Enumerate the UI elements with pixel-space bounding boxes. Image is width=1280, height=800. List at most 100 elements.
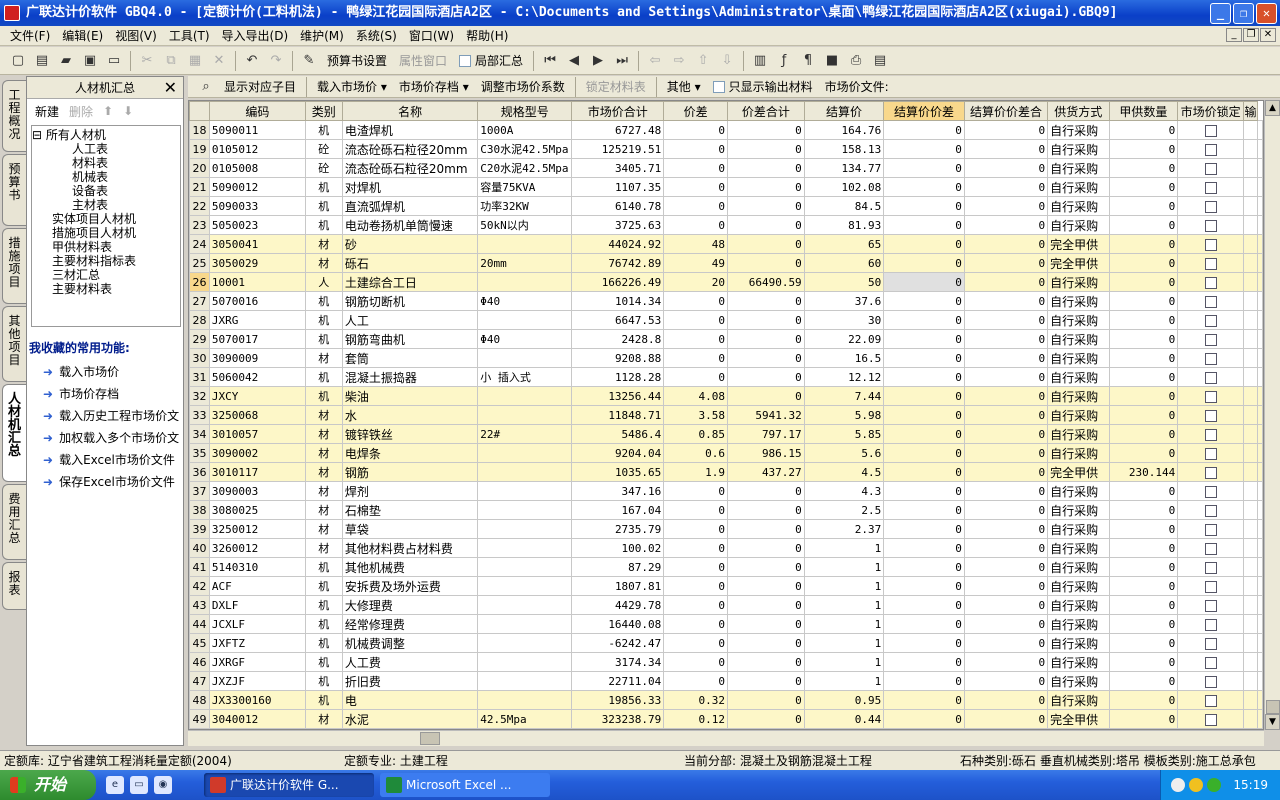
cell-owner-qty[interactable]: 0 bbox=[1108, 367, 1179, 387]
cell-diff-total[interactable]: 0 bbox=[727, 614, 805, 634]
cell-category[interactable]: 砼 bbox=[304, 158, 343, 178]
cell-market-total[interactable]: 44024.92 bbox=[571, 234, 665, 254]
fav-load-history[interactable]: ➜ 载入历史工程市场价文 bbox=[27, 405, 183, 427]
cell-price-lock[interactable] bbox=[1177, 253, 1244, 273]
col-diff-total[interactable]: 价差合计 bbox=[727, 101, 805, 121]
table-row[interactable]: 36 3010117 材钢筋 1035.65 1.9 437.27 4.5 0 0 完全甲供 230… bbox=[189, 462, 1263, 482]
delete-icon[interactable]: ✕ bbox=[209, 51, 229, 71]
cell-owner-qty[interactable]: 0 bbox=[1108, 139, 1179, 159]
cell-category[interactable]: 材 bbox=[304, 253, 343, 273]
close-button[interactable]: ✕ bbox=[1256, 3, 1277, 24]
cell-settle-price[interactable]: 1 bbox=[803, 614, 885, 634]
new-project-icon[interactable]: ▤ bbox=[32, 51, 52, 71]
redo-icon[interactable]: ↷ bbox=[266, 51, 286, 71]
cell-category[interactable]: 机 bbox=[304, 557, 343, 577]
cell-category[interactable]: 机 bbox=[304, 215, 343, 235]
mdi-restore-icon[interactable]: ❐ bbox=[1243, 28, 1259, 42]
cell-owner-qty[interactable]: 0 bbox=[1108, 120, 1179, 140]
table-row[interactable]: 47 JXZJF 机折旧费 22711.04 0 0 1 0 0 自行采购 0 bbox=[189, 671, 1263, 691]
tab-measures[interactable]: 措施项目 bbox=[2, 228, 26, 304]
cell-price-diff[interactable]: 0 bbox=[663, 329, 729, 349]
menu-help[interactable]: 帮助(H) bbox=[460, 26, 514, 46]
cell-settle-price[interactable]: 1 bbox=[803, 633, 885, 653]
cell-category[interactable]: 材 bbox=[304, 443, 343, 463]
cell-price-diff[interactable]: 0.85 bbox=[663, 424, 729, 444]
cell-price-lock[interactable] bbox=[1177, 424, 1244, 444]
cell-code[interactable]: DXLF bbox=[208, 595, 306, 615]
cell-settle-price[interactable]: 1 bbox=[803, 538, 885, 558]
cell-category[interactable]: 机 bbox=[304, 310, 343, 330]
table-row[interactable]: 38 3080025 材石棉垫 167.04 0 0 2.5 0 0 自行采购 0 bbox=[189, 500, 1263, 520]
formula-icon[interactable]: ƒ bbox=[774, 51, 794, 71]
tab-labor-material-summary[interactable]: 人材机汇总 bbox=[2, 384, 26, 482]
cell-settle-diff-total[interactable]: 0 bbox=[963, 139, 1049, 159]
save-market-price-dropdown[interactable]: 市场价存档 ▾ bbox=[393, 77, 475, 97]
cell-settle-diff-total[interactable]: 0 bbox=[963, 652, 1049, 672]
cell-code[interactable]: 0105008 bbox=[208, 158, 306, 178]
cell-price-lock[interactable] bbox=[1177, 614, 1244, 634]
cell-market-total[interactable]: 13256.44 bbox=[571, 386, 665, 406]
cell-price-diff[interactable]: 0 bbox=[663, 652, 729, 672]
cell-owner-qty[interactable]: 0 bbox=[1108, 671, 1179, 691]
table-row[interactable]: 46 JXRGF 机人工费 3174.34 0 0 1 0 0 自行采购 0 bbox=[189, 652, 1263, 672]
cell-owner-qty[interactable]: 0 bbox=[1108, 234, 1179, 254]
cell-owner-qty[interactable]: 230.144 bbox=[1108, 462, 1179, 482]
cell-price-diff[interactable]: 4.08 bbox=[663, 386, 729, 406]
cell-category[interactable]: 材 bbox=[304, 405, 343, 425]
cell-output[interactable] bbox=[1242, 234, 1259, 254]
cell-output[interactable] bbox=[1242, 443, 1259, 463]
first-icon[interactable]: ⏮ bbox=[540, 51, 560, 71]
menu-tools[interactable]: 工具(T) bbox=[163, 26, 216, 46]
cell-price-lock[interactable] bbox=[1177, 557, 1244, 577]
cell-output[interactable] bbox=[1242, 310, 1259, 330]
cell-code[interactable]: 0105012 bbox=[208, 139, 306, 159]
cell-market-total[interactable]: 2428.8 bbox=[571, 329, 665, 349]
cell-settle-diff-total[interactable]: 0 bbox=[963, 329, 1049, 349]
cell-settle-diff[interactable]: 0 bbox=[883, 120, 965, 140]
menu-import-export[interactable]: 导入导出(D) bbox=[216, 26, 295, 46]
cell-output[interactable] bbox=[1242, 614, 1259, 634]
table-row[interactable]: 35 3090002 材电焊条 9204.04 0.6 986.15 5.6 0 0 自行采购 0 bbox=[189, 443, 1263, 463]
cell-spec[interactable]: 小 插入式 bbox=[477, 367, 573, 387]
scroll-thumb[interactable] bbox=[1266, 700, 1280, 714]
price-lock-checkbox[interactable] bbox=[1204, 295, 1217, 308]
table-row[interactable]: 34 3010057 材镀锌铁丝 22# 5486.4 0.85 797.17 5.85 0 0 自… bbox=[189, 424, 1263, 444]
table-row[interactable]: 25 3050029 材砾石 20mm 76742.89 49 0 60 0 0 完全甲供 0 bbox=[189, 253, 1263, 273]
cell-settle-price[interactable]: 4.5 bbox=[803, 462, 885, 482]
cell-category[interactable]: 机 bbox=[304, 120, 343, 140]
price-lock-checkbox[interactable] bbox=[1204, 561, 1217, 574]
cell-code[interactable]: 3010117 bbox=[208, 462, 306, 482]
cell-name[interactable]: 直流弧焊机 bbox=[341, 196, 479, 216]
cell-price-diff[interactable]: 3.58 bbox=[663, 405, 729, 425]
price-lock-checkbox[interactable] bbox=[1204, 257, 1217, 270]
cell-spec[interactable] bbox=[477, 614, 573, 634]
cell-category[interactable]: 人 bbox=[304, 272, 343, 292]
cell-name[interactable]: 流态砼砾石粒径20mm bbox=[341, 139, 479, 159]
cell-diff-total[interactable]: 0 bbox=[727, 348, 805, 368]
cell-settle-price[interactable]: 5.6 bbox=[803, 443, 885, 463]
cell-settle-price[interactable]: 0.44 bbox=[803, 709, 885, 729]
table-row[interactable]: 31 5060042 机混凝土振捣器小 插入式 1128.28 0 0 12.12 0 0 自行采… bbox=[189, 367, 1263, 387]
cell-price-diff[interactable]: 0 bbox=[663, 177, 729, 197]
cell-category[interactable]: 机 bbox=[304, 329, 343, 349]
cell-diff-total[interactable]: 986.15 bbox=[727, 443, 805, 463]
cell-settle-diff[interactable]: 0 bbox=[883, 576, 965, 596]
cell-name[interactable]: 电 bbox=[341, 690, 479, 710]
col-code[interactable]: 编码 bbox=[208, 101, 306, 121]
cell-settle-diff-total[interactable]: 0 bbox=[963, 386, 1049, 406]
cell-settle-diff-total[interactable]: 0 bbox=[963, 519, 1049, 539]
cell-code[interactable]: 3090003 bbox=[208, 481, 306, 501]
table-row[interactable]: 24 3050041 材砂 44024.92 48 0 65 0 0 完全甲供 0 bbox=[189, 234, 1263, 254]
cell-owner-qty[interactable]: 0 bbox=[1108, 500, 1179, 520]
cell-spec[interactable]: 1000A bbox=[477, 120, 573, 140]
col-supply-mode[interactable]: 供货方式 bbox=[1047, 101, 1110, 121]
media-icon[interactable]: ◉ bbox=[154, 776, 172, 794]
cell-diff-total[interactable]: 0 bbox=[727, 595, 805, 615]
save-icon[interactable]: ▣ bbox=[80, 51, 100, 71]
cell-spec[interactable] bbox=[477, 234, 573, 254]
cell-output[interactable] bbox=[1242, 272, 1259, 292]
cell-spec[interactable]: 50kN以内 bbox=[477, 215, 573, 235]
cell-spec[interactable] bbox=[477, 348, 573, 368]
price-lock-checkbox[interactable] bbox=[1204, 485, 1217, 498]
cell-code[interactable]: 5090012 bbox=[208, 177, 306, 197]
